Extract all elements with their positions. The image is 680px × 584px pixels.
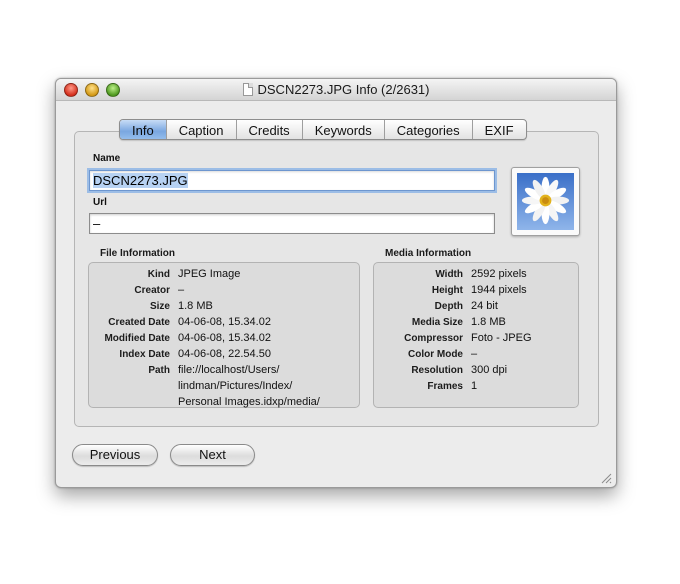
size-value: 1.8 MB (178, 300, 213, 312)
depth-value: 24 bit (471, 300, 498, 312)
document-icon (242, 83, 253, 96)
path-value-line-2: lindman/Pictures/Index/ (178, 380, 293, 392)
tab-categories[interactable]: Categories (385, 120, 473, 139)
height-label: Height (431, 285, 463, 296)
resize-grip-icon[interactable] (600, 472, 612, 484)
kind-label: Kind (147, 269, 170, 280)
tab-info[interactable]: Info (120, 120, 167, 139)
path-value-line-1: file://localhost/Users/ (178, 364, 280, 376)
width-label: Width (435, 269, 463, 280)
resolution-value: 300 dpi (471, 364, 508, 376)
tab-caption[interactable]: Caption (167, 120, 237, 139)
title-bar[interactable]: DSCN2273.JPG Info (2/2631) (56, 79, 616, 101)
name-field[interactable]: DSCN2273.JPG (89, 170, 495, 191)
depth-label: Depth (434, 301, 463, 312)
frames-value: 1 (471, 380, 478, 392)
window-title-wrap: DSCN2273.JPG Info (2/2631) (56, 82, 616, 97)
tab-exif[interactable]: EXIF (473, 120, 526, 139)
thumbnail-image[interactable] (511, 167, 580, 236)
path-label: Path (148, 365, 170, 376)
tab-credits[interactable]: Credits (237, 120, 303, 139)
previous-button[interactable]: Previous (72, 444, 158, 466)
next-button[interactable]: Next (170, 444, 255, 466)
color-mode-value: – (471, 348, 478, 360)
modified-date-label: Modified Date (104, 333, 170, 344)
file-information-title: File Information (100, 248, 175, 259)
url-label: Url (93, 197, 107, 208)
url-field[interactable]: – (89, 213, 495, 234)
tab-keywords[interactable]: Keywords (303, 120, 385, 139)
media-information-title: Media Information (385, 248, 472, 259)
window-title: DSCN2273.JPG Info (2/2631) (257, 82, 430, 97)
size-label: Size (149, 301, 170, 312)
resolution-label: Resolution (411, 365, 463, 376)
name-field-value: DSCN2273.JPG (93, 173, 188, 188)
created-date-value: 04-06-08, 15.34.02 (178, 316, 271, 328)
index-date-value: 04-06-08, 22.54.50 (178, 348, 271, 360)
compressor-label: Compressor (404, 333, 463, 344)
tab-bar: Info Caption Credits Keywords Categories… (119, 119, 527, 140)
creator-label: Creator (134, 285, 170, 296)
color-mode-label: Color Mode (408, 349, 463, 360)
index-date-label: Index Date (119, 349, 170, 360)
url-field-value: – (93, 216, 101, 231)
frames-label: Frames (427, 381, 463, 392)
height-value: 1944 pixels (471, 284, 527, 296)
compressor-value: Foto - JPEG (471, 332, 532, 344)
flower-photo-icon (517, 173, 574, 230)
modified-date-value: 04-06-08, 15.34.02 (178, 332, 271, 344)
width-value: 2592 pixels (471, 268, 527, 280)
created-date-label: Created Date (108, 317, 170, 328)
media-size-value: 1.8 MB (471, 316, 506, 328)
kind-value: JPEG Image (178, 268, 241, 280)
name-label: Name (93, 153, 121, 164)
media-size-label: Media Size (411, 317, 463, 328)
creator-value: – (178, 284, 185, 296)
path-value-line-3: Personal Images.idxp/media/ (178, 396, 320, 408)
